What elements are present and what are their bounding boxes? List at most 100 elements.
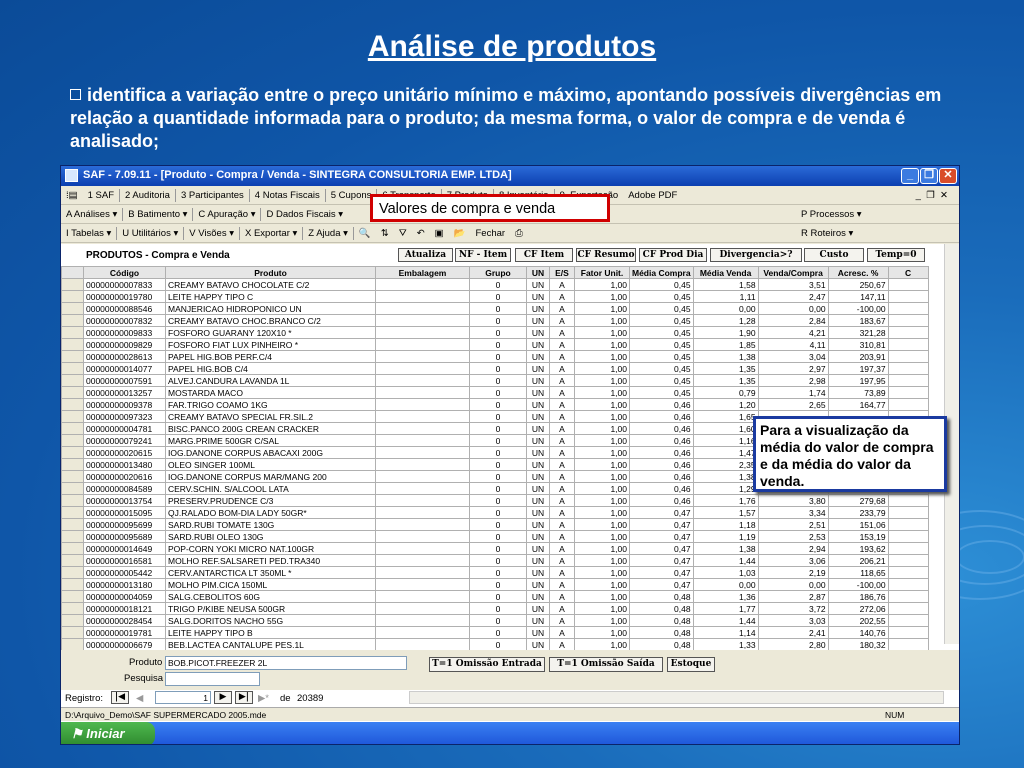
row-selector[interactable] [61, 338, 84, 351]
row-selector[interactable] [61, 290, 84, 303]
table-row[interactable]: 00000000009378 FAR.TRIGO COAMO 1KG 0 UN A 1,0… [61, 398, 929, 411]
column-header[interactable]: Produto [165, 266, 376, 279]
temp-button[interactable]: Temp=0 [867, 248, 925, 262]
column-header[interactable]: Média Venda [692, 266, 759, 279]
table-row[interactable]: 00000000088546 MANJERICAO HIDROPONICO UN 0… [61, 302, 929, 315]
row-selector[interactable] [61, 374, 84, 387]
omissao-saida-button[interactable]: T=1 Omissão Saída [549, 657, 663, 672]
toolbar-tabelas[interactable]: I Tabelas ▾ [61, 228, 116, 239]
column-header[interactable]: UN [526, 266, 550, 279]
column-header[interactable]: E/S [549, 266, 575, 279]
sort-icon[interactable]: ⇅ [376, 228, 394, 239]
row-selector[interactable] [61, 458, 84, 471]
table-row[interactable]: 00000000014649 POP-CORN YOKI MICRO NAT.10… [61, 542, 929, 555]
table-row[interactable]: 00000000014077 PAPEL HIG.BOB C/4 0 UN A 1,00 0… [61, 362, 929, 375]
table-row[interactable]: 00000000095699 SARD.RUBI TOMATE 130G 0 UN A 1… [61, 518, 929, 531]
row-selector[interactable] [61, 278, 84, 291]
toolbar-analises[interactable]: A Análises ▾ [61, 209, 122, 220]
row-selector[interactable] [61, 518, 84, 531]
table-row[interactable]: 00000000007833 CREAMY BATAVO CHOCOLATE C/… [61, 278, 929, 291]
row-selector[interactable] [61, 326, 84, 339]
table-row[interactable]: 00000000007591 ALVEJ.CANDURA LAVANDA 1L 0 U… [61, 374, 929, 387]
folder-icon[interactable]: 📂 [449, 228, 471, 239]
row-selector[interactable] [61, 494, 84, 507]
maximize-button[interactable]: ❐ [920, 168, 938, 184]
row-selector[interactable] [61, 350, 84, 363]
table-row[interactable]: 00000000028613 PAPEL HIG.BOB PERF.C/4 0 UN A… [61, 350, 929, 363]
prev-record-button[interactable]: ◀ [136, 693, 143, 704]
menu-adobe-pdf[interactable]: Adobe PDF [623, 190, 682, 201]
column-header[interactable]: Venda/Compra [757, 266, 829, 279]
toolbar-batimento[interactable]: B Batimento ▾ [123, 209, 192, 220]
omissao-entrada-button[interactable]: T=1 Omissão Entrada [429, 657, 545, 672]
pesquisa-combo[interactable] [165, 672, 260, 686]
cf-prod-dia-button[interactable]: CF Prod Dia [639, 248, 707, 262]
record-current[interactable]: 1 [155, 691, 211, 704]
binoculars-icon[interactable]: 🔍 [354, 228, 376, 239]
table-row[interactable]: 00000000019780 LEITE HAPPY TIPO C 0 UN A 1,00… [61, 290, 929, 303]
row-selector[interactable] [61, 422, 84, 435]
column-header[interactable]: Grupo [469, 266, 527, 279]
table-row[interactable]: 00000000015095 QJ.RALADO BOM-DIA LADY 50G… [61, 506, 929, 519]
table-row[interactable]: 00000000028454 SALG.DORITOS NACHO 55G 0 UN A… [61, 614, 929, 627]
row-selector[interactable] [61, 554, 84, 567]
menu-notas-fiscais[interactable]: 4 Notas Fiscais [250, 190, 325, 201]
row-selector[interactable] [61, 602, 84, 615]
row-selector[interactable] [61, 434, 84, 447]
row-selector[interactable] [61, 302, 84, 315]
filter-icon[interactable]: ⛛ [394, 228, 412, 239]
horizontal-scrollbar[interactable] [409, 691, 944, 704]
row-selector[interactable] [61, 530, 84, 543]
first-record-button[interactable]: |◀ [111, 691, 129, 704]
row-selector[interactable] [61, 470, 84, 483]
divergencia-button[interactable]: Divergencia>? [710, 248, 802, 262]
table-row[interactable]: 00000000013180 MOLHO PIM.CICA 150ML 0 UN A 1,… [61, 578, 929, 591]
table-row[interactable]: 00000000018121 TRIGO P/KIBE NEUSA 500GR 0 U… [61, 602, 929, 615]
row-selector[interactable] [61, 566, 84, 579]
column-header[interactable]: C [887, 266, 929, 279]
table-row[interactable]: 00000000019781 LEITE HAPPY TIPO B 0 UN A 1,00… [61, 626, 929, 639]
last-record-button[interactable]: ▶| [235, 691, 253, 704]
print-icon[interactable]: ⎙ [510, 228, 528, 239]
row-selector[interactable] [61, 386, 84, 399]
row-selector[interactable] [61, 590, 84, 603]
menu-participantes[interactable]: 3 Participantes [176, 190, 249, 201]
menu-cupons[interactable]: 5 Cupons [326, 190, 377, 201]
undo-icon[interactable]: ↶ [412, 228, 430, 239]
save-icon[interactable]: ▣ [430, 228, 449, 239]
toolbar-apuracao[interactable]: C Apuração ▾ [193, 209, 260, 220]
row-selector[interactable] [61, 446, 84, 459]
row-selector[interactable] [61, 482, 84, 495]
toolbar-ajuda[interactable]: Z Ajuda ▾ [303, 228, 353, 239]
custo-button[interactable]: Custo [804, 248, 864, 262]
table-row[interactable]: 00000000004059 SALG.CEBOLITOS 60G 0 UN A 1,00… [61, 590, 929, 603]
mdi-controls[interactable]: _ ❐ ✕ [911, 190, 953, 201]
row-selector[interactable] [61, 362, 84, 375]
start-button[interactable]: ⚑ Iniciar [61, 722, 155, 744]
toolbar-exportar[interactable]: X Exportar ▾ [240, 228, 302, 239]
table-row[interactable]: 00000000013257 MOSTARDA MACO 0 UN A 1,00 0,45 0… [61, 386, 929, 399]
menu-saf[interactable]: 1 SAF [83, 190, 119, 201]
row-selector[interactable] [61, 578, 84, 591]
estoque-button[interactable]: Estoque [667, 657, 715, 672]
row-selector[interactable] [61, 542, 84, 555]
minimize-button[interactable]: _ [901, 168, 919, 184]
toolbar-visoes[interactable]: V Visões ▾ [184, 228, 239, 239]
table-row[interactable]: 00000000009833 FOSFORO GUARANY 120X10 * 0 U… [61, 326, 929, 339]
row-selector[interactable] [61, 626, 84, 639]
table-row[interactable]: 00000000013754 PRESERV.PRUDENCE C/3 0 UN A 1,… [61, 494, 929, 507]
next-record-button[interactable]: ▶ [214, 691, 232, 704]
table-row[interactable]: 00000000009829 FOSFORO FIAT LUX PINHEIRO … [61, 338, 929, 351]
toolbar-fechar[interactable]: Fechar [471, 228, 511, 239]
table-row[interactable]: 00000000007832 CREAMY BATAVO CHOC.BRANCO … [61, 314, 929, 327]
toolbar-dados-fiscais[interactable]: D Dados Fiscais ▾ [261, 209, 348, 220]
table-row[interactable]: 00000000006679 BEB.LACTEA CANTALUPE PES.1… [61, 638, 929, 651]
nf-item-button[interactable]: NF - Item [455, 248, 511, 262]
row-selector[interactable] [61, 398, 84, 411]
table-row[interactable]: 00000000016581 MOLHO REF.SALSARETI PED.TR… [61, 554, 929, 567]
row-selector[interactable] [61, 506, 84, 519]
table-row[interactable]: 00000000095689 SARD.RUBI OLEO 130G 0 UN A 1,0… [61, 530, 929, 543]
column-header[interactable]: Média Compra [629, 266, 694, 279]
table-row[interactable]: 00000000005442 CERV.ANTARCTICA LT 350ML *… [61, 566, 929, 579]
row-selector[interactable] [61, 314, 84, 327]
